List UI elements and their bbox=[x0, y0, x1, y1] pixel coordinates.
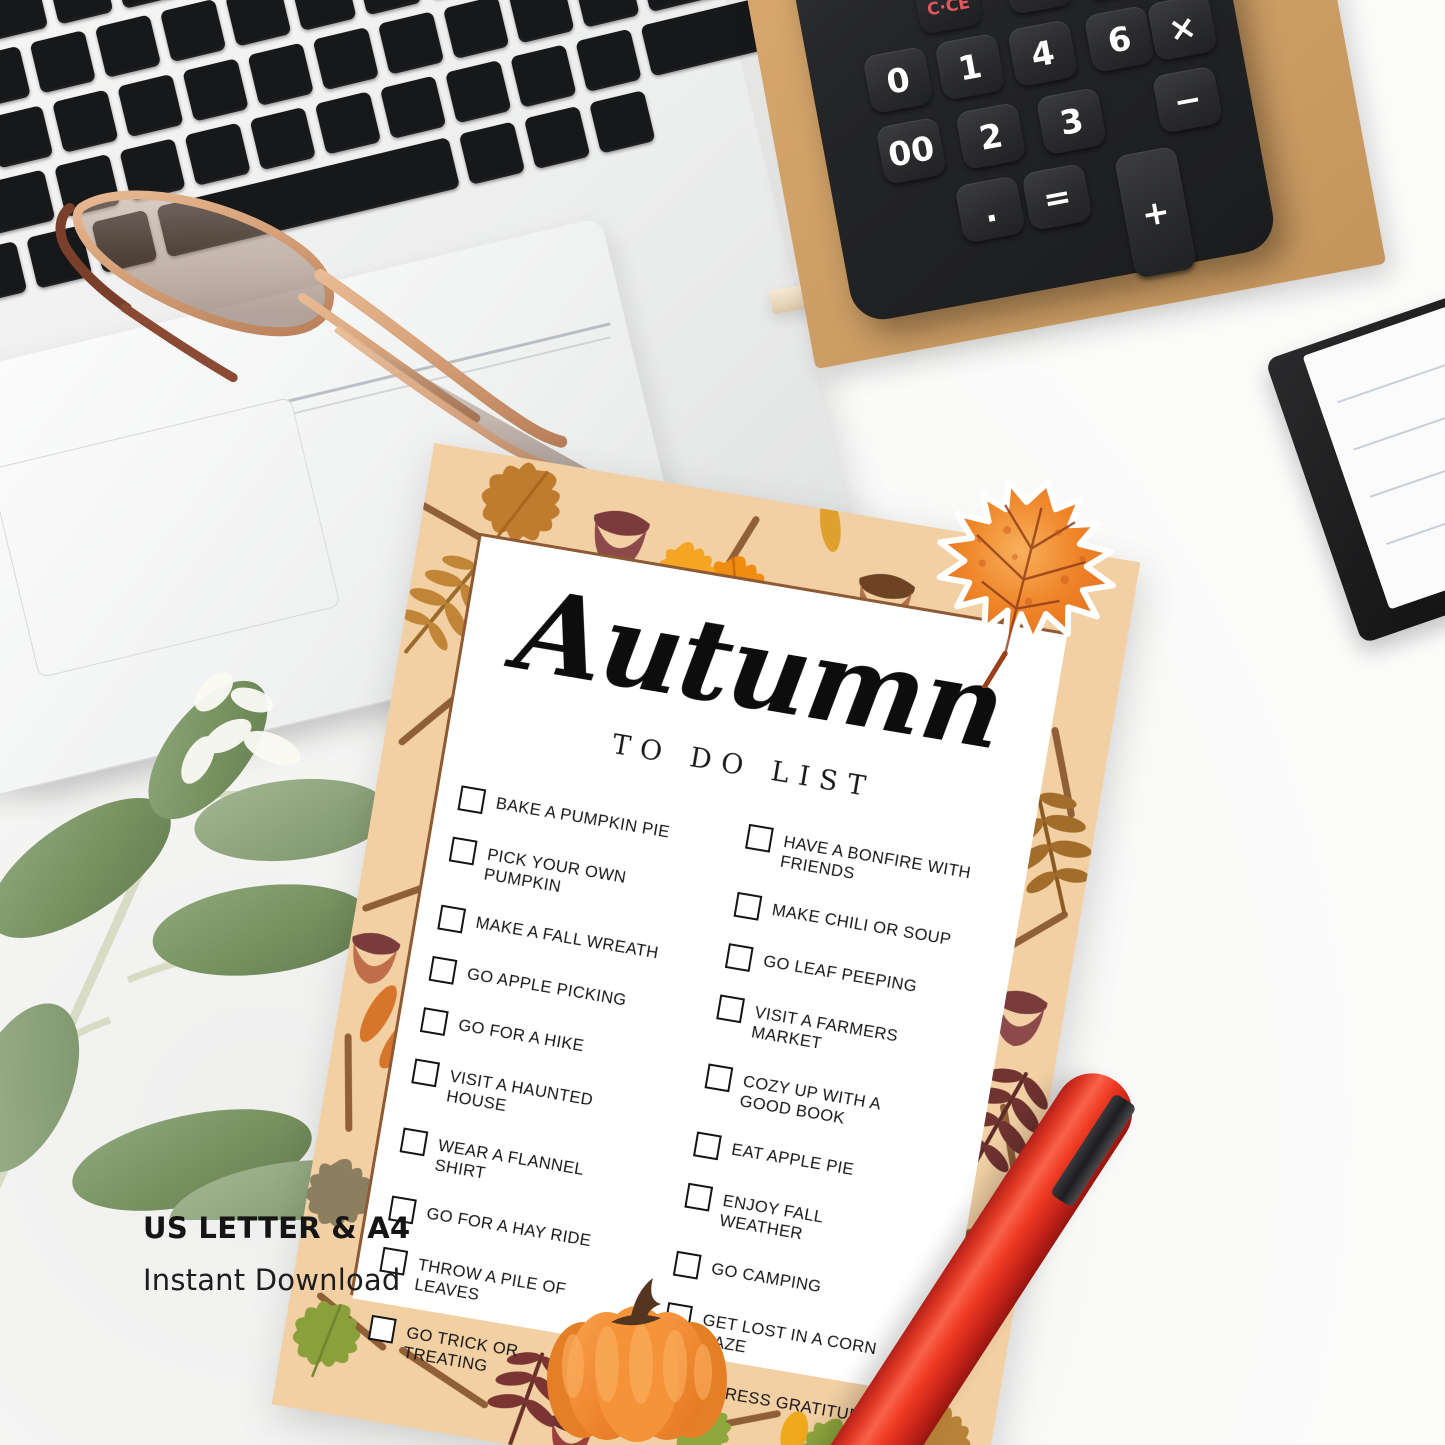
checkbox-icon[interactable] bbox=[367, 1314, 397, 1344]
caption-headline: US LETTER & A4 bbox=[143, 1211, 411, 1245]
calculator-key-3[interactable]: 3 bbox=[1035, 86, 1108, 156]
list-item-label: ENJOY FALL WEATHER bbox=[718, 1191, 825, 1244]
checkbox-icon[interactable] bbox=[716, 994, 745, 1024]
calculator-key-5[interactable]: 5 bbox=[1001, 0, 1074, 16]
pumpkin-icon bbox=[547, 1278, 727, 1442]
list-item-label: EAT APPLE PIE bbox=[730, 1140, 856, 1179]
list-item-label: GO FOR A HIKE bbox=[457, 1016, 586, 1056]
calculator-key-2[interactable]: 2 bbox=[955, 101, 1027, 171]
maple-leaf-icon bbox=[936, 478, 1116, 688]
checkbox-icon[interactable] bbox=[419, 1007, 449, 1037]
list-item-label: HAVE A BONFIRE WITH FRIENDS bbox=[778, 832, 973, 884]
checkbox-icon[interactable] bbox=[399, 1126, 429, 1156]
calculator-key-00[interactable]: 00 bbox=[875, 116, 947, 186]
calculator-key-6[interactable]: 6 bbox=[1083, 4, 1156, 74]
calculator-key-9[interactable]: 9 bbox=[1078, 0, 1150, 1]
calculator-key-decimal[interactable]: . bbox=[954, 175, 1026, 244]
checkbox-icon[interactable] bbox=[457, 785, 487, 815]
checkbox-icon[interactable] bbox=[745, 823, 774, 853]
checkbox-icon[interactable] bbox=[437, 904, 467, 934]
checkbox-icon[interactable] bbox=[693, 1131, 722, 1161]
list-item-label: BAKE A PUMPKIN PIE bbox=[494, 794, 672, 842]
calculator-key-on-clear[interactable]: ONC·CE bbox=[910, 0, 984, 35]
checkbox-icon[interactable] bbox=[704, 1062, 734, 1092]
list-item-label: VISIT A HAUNTED HOUSE bbox=[444, 1067, 595, 1116]
checkbox-icon[interactable] bbox=[724, 943, 754, 973]
caption-subline: Instant Download bbox=[143, 1263, 401, 1297]
calculator-key-4[interactable]: 4 bbox=[1006, 19, 1079, 88]
calculator-key-equals[interactable]: = bbox=[1021, 162, 1093, 232]
checkbox-icon[interactable] bbox=[733, 892, 763, 921]
list-item-label: PICK YOUR OWN PUMPKIN bbox=[482, 845, 628, 897]
checkbox-icon[interactable] bbox=[411, 1058, 441, 1088]
list-item-label: WEAR A FLANNEL SHIRT bbox=[433, 1136, 585, 1183]
checkbox-icon[interactable] bbox=[684, 1182, 714, 1212]
list-item-label: GO FOR A HAY RIDE bbox=[425, 1204, 593, 1250]
calculator-key-0[interactable]: 0 bbox=[862, 45, 934, 115]
list-item-label: MAKE CHILI OR SOUP bbox=[770, 901, 953, 950]
mockup-scene: ONC·CE 0 00 . 1 2 = 4 5 3 6 9 ÷ × − + bbox=[0, 0, 1445, 1445]
checkbox-icon[interactable] bbox=[428, 956, 458, 985]
calculator-key-plus[interactable]: + bbox=[1113, 145, 1198, 279]
calculator-key-1[interactable]: 1 bbox=[934, 32, 1006, 101]
list-item-label: GO APPLE PICKING bbox=[465, 965, 628, 1010]
calculator-key-minus[interactable]: − bbox=[1151, 65, 1224, 134]
list-item-label: GO LEAF PEEPING bbox=[761, 952, 919, 997]
list-item-label: COZY UP WITH A GOOD BOOK bbox=[738, 1072, 882, 1128]
checkbox-icon[interactable] bbox=[448, 836, 478, 866]
list-item-label: VISIT A FARMERS MARKET bbox=[749, 1003, 900, 1054]
list-item-label: MAKE A FALL WREATH bbox=[474, 914, 660, 963]
calculator-key-multiply[interactable]: × bbox=[1146, 0, 1219, 62]
